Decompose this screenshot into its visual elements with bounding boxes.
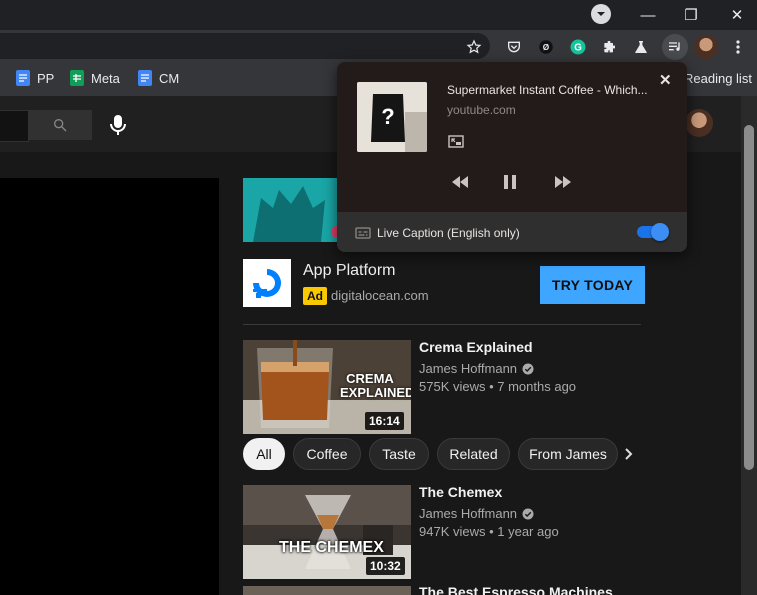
chevron-down-icon bbox=[597, 12, 605, 16]
divider bbox=[243, 324, 641, 325]
ad-title[interactable]: App Platform bbox=[303, 262, 395, 280]
pause-icon bbox=[504, 175, 516, 189]
labs-flask-icon[interactable] bbox=[630, 36, 652, 58]
scrollbar-thumb[interactable] bbox=[744, 125, 754, 470]
reading-list[interactable]: Reading list bbox=[684, 69, 752, 87]
pause-button[interactable] bbox=[503, 174, 519, 192]
try-today-button[interactable]: TRY TODAY bbox=[540, 266, 645, 304]
svg-text:?: ? bbox=[381, 104, 394, 129]
video-thumbnail[interactable]: CREMA EXPLAINED 16:14 bbox=[243, 340, 411, 434]
ad-banner-image[interactable] bbox=[243, 178, 339, 242]
bookmark-cm[interactable]: CM bbox=[138, 69, 179, 87]
search-button[interactable] bbox=[28, 110, 92, 140]
fast-forward-icon bbox=[555, 176, 571, 188]
video-meta: 947K views • 1 year ago bbox=[419, 524, 559, 539]
channel-name: James Hoffmann bbox=[419, 361, 518, 376]
tab-search-button[interactable] bbox=[591, 4, 611, 24]
video-title[interactable]: The Chemex bbox=[419, 484, 502, 500]
bookmark-star-icon[interactable] bbox=[463, 36, 485, 58]
restore-button[interactable]: ❐ bbox=[668, 0, 714, 30]
digitalocean-logo[interactable] bbox=[243, 259, 291, 307]
closed-caption-icon bbox=[355, 226, 371, 239]
chips-next-button[interactable] bbox=[618, 438, 640, 470]
media-source: youtube.com bbox=[447, 103, 516, 117]
thumbnail-overlay-text: THE CHEMEX bbox=[279, 539, 384, 556]
video-channel[interactable]: James Hoffmann bbox=[419, 506, 534, 521]
chip-related[interactable]: Related bbox=[437, 438, 510, 470]
extension-icon[interactable]: Ø bbox=[535, 36, 557, 58]
banner-art bbox=[243, 178, 339, 242]
chip-from-james[interactable]: From James bbox=[518, 438, 618, 470]
global-media-controls-popup: ? Supermarket Instant Coffee - Which... … bbox=[337, 62, 687, 252]
bookmark-label: Meta bbox=[91, 70, 120, 86]
video-meta: 575K views • 7 months ago bbox=[419, 379, 577, 394]
sheets-icon bbox=[70, 70, 84, 86]
live-caption-label: Live Caption (English only) bbox=[377, 226, 520, 240]
media-title: Supermarket Instant Coffee - Which... bbox=[447, 83, 647, 97]
video-duration: 16:14 bbox=[365, 412, 404, 430]
microphone-button[interactable] bbox=[105, 112, 131, 138]
profile-avatar[interactable] bbox=[694, 35, 718, 59]
video-thumbnail[interactable] bbox=[243, 586, 411, 595]
chip-taste[interactable]: Taste bbox=[369, 438, 429, 470]
toggle-knob bbox=[651, 223, 669, 241]
svg-text:Ø: Ø bbox=[543, 43, 550, 52]
video-player[interactable] bbox=[0, 178, 219, 595]
search-icon bbox=[54, 119, 67, 132]
bookmark-label: CM bbox=[159, 70, 180, 86]
minimize-button[interactable]: — bbox=[625, 0, 671, 30]
extensions-puzzle-icon[interactable] bbox=[598, 36, 620, 58]
rewind-icon bbox=[452, 176, 468, 188]
media-control-icon[interactable] bbox=[662, 34, 688, 60]
pocket-extension-icon[interactable] bbox=[503, 36, 525, 58]
media-close-button[interactable]: ✕ bbox=[659, 71, 672, 89]
picture-in-picture-button[interactable] bbox=[448, 135, 466, 151]
video-duration: 10:32 bbox=[366, 557, 405, 575]
seek-backward-button[interactable] bbox=[451, 175, 471, 191]
chip-all[interactable]: All bbox=[243, 438, 285, 470]
bookmark-pp[interactable]: PP bbox=[16, 69, 54, 87]
docs-icon bbox=[16, 70, 30, 86]
video-channel[interactable]: James Hoffmann bbox=[419, 361, 534, 376]
seek-forward-button[interactable] bbox=[554, 175, 574, 191]
live-caption-toggle[interactable] bbox=[637, 223, 669, 241]
channel-name: James Hoffmann bbox=[419, 506, 518, 521]
picture-in-picture-icon bbox=[448, 135, 464, 148]
verified-icon bbox=[522, 363, 534, 374]
youtube-account-avatar[interactable] bbox=[685, 109, 713, 137]
bookmark-meta[interactable]: Meta bbox=[70, 69, 120, 87]
address-bar[interactable] bbox=[0, 33, 490, 59]
video-thumbnail[interactable]: THE CHEMEX 10:32 bbox=[243, 485, 411, 579]
chip-coffee[interactable]: Coffee bbox=[293, 438, 361, 470]
more-menu-icon[interactable] bbox=[727, 36, 749, 58]
media-artwork[interactable]: ? bbox=[357, 82, 427, 152]
artwork-image: ? bbox=[357, 82, 427, 152]
svg-text:G: G bbox=[574, 42, 582, 53]
bookmark-label: PP bbox=[37, 70, 55, 86]
reading-list-label: Reading list bbox=[684, 70, 752, 86]
close-window-button[interactable]: ✕ bbox=[714, 0, 757, 30]
verified-icon bbox=[522, 508, 534, 519]
thumbnail-overlay-text: CREMA EXPLAINED bbox=[340, 371, 411, 400]
search-input[interactable] bbox=[0, 110, 29, 142]
ad-badge: Ad bbox=[303, 287, 327, 305]
microphone-icon bbox=[110, 115, 126, 135]
chevron-right-icon bbox=[625, 448, 633, 460]
video-title[interactable]: Crema Explained bbox=[419, 339, 533, 355]
ad-domain: digitalocean.com bbox=[331, 288, 429, 303]
docs-icon bbox=[138, 70, 152, 86]
grammarly-icon[interactable]: G bbox=[567, 36, 589, 58]
video-title[interactable]: The Best Espresso Machines bbox=[419, 584, 613, 595]
